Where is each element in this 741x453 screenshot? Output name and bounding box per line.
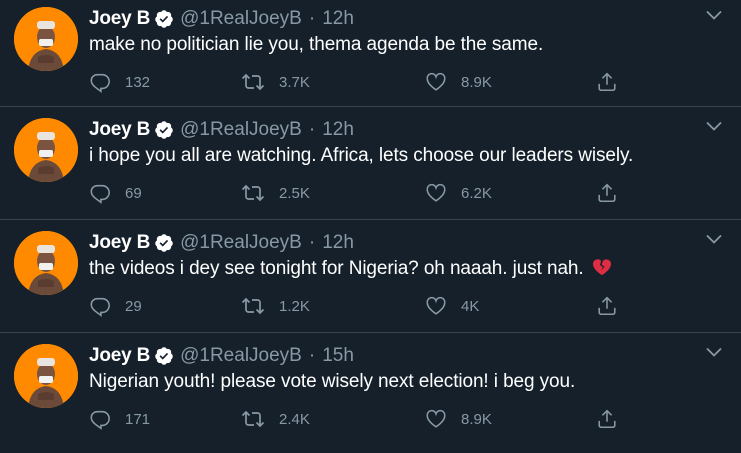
heart-icon <box>426 183 446 202</box>
like-button[interactable]: 6.2K <box>425 182 492 204</box>
retweet-button[interactable]: 2.4K <box>241 408 310 430</box>
like-count: 4K <box>461 297 480 315</box>
retweet-icon <box>241 410 265 428</box>
verified-badge-icon <box>154 346 174 366</box>
tweet-actions: 69 2.5K 6.2K <box>89 182 629 204</box>
tweet-actions: 171 2.4K 8.9K <box>89 408 629 430</box>
timestamp[interactable]: 12h <box>322 119 354 141</box>
like-count: 8.9K <box>461 410 492 428</box>
avatar[interactable] <box>14 7 78 71</box>
chevron-down-icon[interactable] <box>706 121 722 131</box>
retweet-count: 2.5K <box>279 184 310 202</box>
chevron-down-icon[interactable] <box>706 234 722 244</box>
reply-button[interactable]: 132 <box>89 71 150 93</box>
reply-button[interactable]: 29 <box>89 295 142 317</box>
retweet-icon <box>241 73 265 91</box>
separator-dot: · <box>308 345 316 366</box>
avatar[interactable] <box>14 231 78 295</box>
tweet[interactable]: Joey B @1RealJoeyB · 15h Nigerian youth!… <box>0 333 741 453</box>
share-button[interactable] <box>596 408 618 430</box>
like-button[interactable]: 8.9K <box>425 408 492 430</box>
tweet[interactable]: Joey B @1RealJoeyB · 12h make no politic… <box>0 0 741 107</box>
like-count: 6.2K <box>461 184 492 202</box>
reply-button[interactable]: 171 <box>89 408 150 430</box>
separator-dot: · <box>308 232 316 253</box>
timestamp[interactable]: 12h <box>322 232 354 254</box>
reply-icon <box>90 297 110 317</box>
retweet-count: 2.4K <box>279 410 310 428</box>
user-handle[interactable]: @1RealJoeyB <box>180 8 302 30</box>
display-name[interactable]: Joey B <box>89 232 150 254</box>
share-icon <box>598 296 616 316</box>
tweet-text: i hope you all are watching. Africa, let… <box>89 145 634 166</box>
tweet-text: make no politician lie you, thema agenda… <box>89 34 544 55</box>
tweet-text-container: the videos i dey see tonight for Nigeria… <box>89 258 612 282</box>
avatar[interactable] <box>14 118 78 182</box>
heart-icon <box>426 296 446 315</box>
retweet-icon <box>241 297 265 315</box>
retweet-icon <box>241 184 265 202</box>
reply-icon <box>90 410 110 430</box>
separator-dot: · <box>308 119 316 140</box>
user-handle[interactable]: @1RealJoeyB <box>180 119 302 141</box>
chevron-down-icon[interactable] <box>706 10 722 20</box>
chevron-down-icon[interactable] <box>706 347 722 357</box>
reply-count: 29 <box>125 297 142 315</box>
verified-badge-icon <box>154 120 174 140</box>
broken-heart-emoji-icon <box>592 258 612 282</box>
display-name[interactable]: Joey B <box>89 8 150 30</box>
display-name[interactable]: Joey B <box>89 119 150 141</box>
reply-count: 69 <box>125 184 142 202</box>
share-icon <box>598 183 616 203</box>
tweet-actions: 132 3.7K 8.9K <box>89 71 629 93</box>
avatar[interactable] <box>14 344 78 408</box>
user-handle[interactable]: @1RealJoeyB <box>180 232 302 254</box>
retweet-button[interactable]: 3.7K <box>241 71 310 93</box>
heart-icon <box>426 72 446 91</box>
tweet-text: Nigerian youth! please vote wisely next … <box>89 371 576 392</box>
verified-badge-icon <box>154 233 174 253</box>
share-icon <box>598 409 616 429</box>
like-count: 8.9K <box>461 73 492 91</box>
verified-badge-icon <box>154 9 174 29</box>
retweet-button[interactable]: 1.2K <box>241 295 310 317</box>
reply-count: 132 <box>125 73 151 91</box>
share-button[interactable] <box>596 182 618 204</box>
like-button[interactable]: 8.9K <box>425 71 492 93</box>
share-button[interactable] <box>596 295 618 317</box>
share-button[interactable] <box>596 71 618 93</box>
tweet[interactable]: Joey B @1RealJoeyB · 12h the videos i de… <box>0 220 741 333</box>
tweet[interactable]: Joey B @1RealJoeyB · 12h i hope you all … <box>0 107 741 220</box>
share-icon <box>598 72 616 92</box>
user-handle[interactable]: @1RealJoeyB <box>180 345 302 367</box>
reply-icon <box>90 73 110 93</box>
timestamp[interactable]: 15h <box>322 345 354 367</box>
retweet-count: 3.7K <box>279 73 310 91</box>
tweet-text: the videos i dey see tonight for Nigeria… <box>89 258 584 279</box>
retweet-count: 1.2K <box>279 297 310 315</box>
like-button[interactable]: 4K <box>425 295 479 317</box>
reply-button[interactable]: 69 <box>89 182 142 204</box>
separator-dot: · <box>308 8 316 29</box>
retweet-button[interactable]: 2.5K <box>241 182 310 204</box>
timestamp[interactable]: 12h <box>322 8 354 30</box>
display-name[interactable]: Joey B <box>89 345 150 367</box>
heart-icon <box>426 409 446 428</box>
tweet-feed: Joey B @1RealJoeyB · 12h make no politic… <box>0 0 741 441</box>
tweet-actions: 29 1.2K 4K <box>89 295 629 317</box>
reply-count: 171 <box>125 410 151 428</box>
reply-icon <box>90 184 110 204</box>
